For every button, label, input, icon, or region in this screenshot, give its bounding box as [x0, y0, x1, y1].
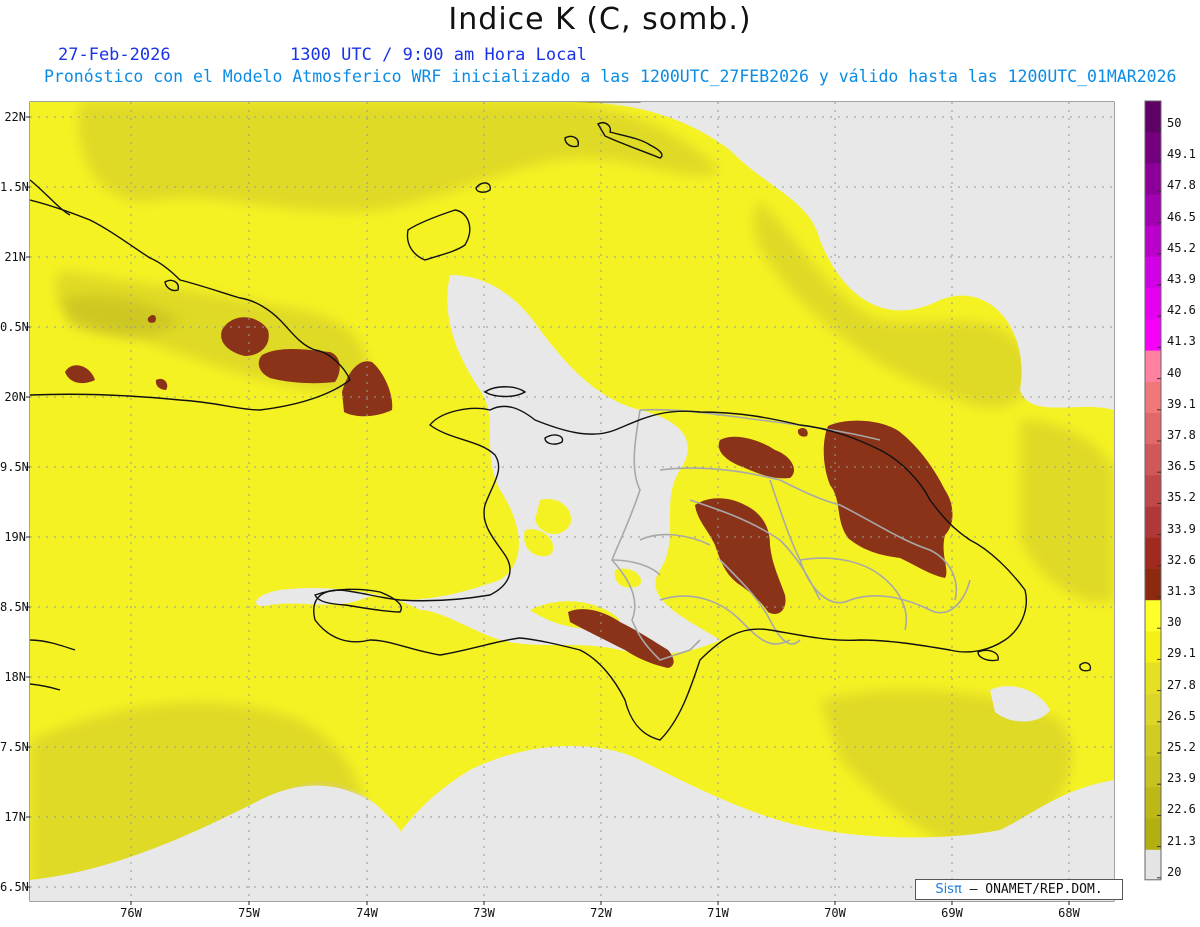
lon-label-74w: 74W — [356, 906, 378, 920]
colorbar-label: 35.2 — [1167, 490, 1196, 505]
lat-label-19n: 19N — [4, 530, 26, 544]
lat-label-18n: 18N — [4, 670, 26, 684]
lon-label-75w: 75W — [238, 906, 260, 920]
lat-label-21n: 21N — [4, 250, 26, 264]
colorbar-swatch — [1145, 818, 1161, 851]
colorbar-swatch — [1145, 381, 1161, 414]
lon-label-68w: 68W — [1058, 906, 1080, 920]
colorbar — [1144, 100, 1162, 881]
lon-label-73w: 73W — [473, 906, 495, 920]
lat-label-18-5n: 8.5N — [0, 600, 29, 614]
colorbar-swatch — [1145, 101, 1161, 133]
colorbar-swatch — [1145, 350, 1161, 383]
lat-label-17n: 17N — [4, 810, 26, 824]
colorbar-label: 47.8 — [1167, 178, 1196, 193]
k-index-field — [30, 102, 1114, 901]
colorbar-swatch — [1145, 257, 1161, 289]
colorbar-label: 23.9 — [1167, 771, 1196, 786]
colorbar-label: 29.1 — [1167, 646, 1196, 661]
lat-label-22n: 22N — [4, 110, 26, 124]
colorbar-swatch — [1145, 662, 1161, 695]
colorbar-label: 42.6 — [1167, 303, 1196, 318]
colorbar-label: 32.6 — [1167, 552, 1196, 567]
lat-label-19-5n: 9.5N — [0, 460, 29, 474]
colorbar-label: 26.5 — [1167, 708, 1196, 723]
colorbar-label: 31.3 — [1167, 584, 1196, 598]
colorbar-label: 22.6 — [1167, 802, 1196, 817]
k-index-map — [26, 100, 1162, 905]
lat-label-21-5n: 1.5N — [0, 180, 29, 194]
colorbar-no-data-swatch — [1145, 849, 1161, 880]
colorbar-label: 33.9 — [1167, 521, 1196, 536]
colorbar-label: 27.8 — [1167, 677, 1196, 692]
colorbar-swatch — [1145, 163, 1161, 196]
credit-badge: Sisπ – ONAMET/REP.DOM. — [915, 879, 1123, 900]
colorbar-swatch — [1145, 319, 1161, 352]
colorbar-swatch — [1145, 787, 1161, 820]
colorbar-swatch — [1145, 693, 1161, 726]
colorbar-swatch — [1145, 132, 1161, 164]
colorbar-label: 49.1 — [1167, 147, 1196, 162]
lon-label-72w: 72W — [590, 906, 612, 920]
colorbar-label: 41.3 — [1167, 334, 1196, 349]
lon-label-76w: 76W — [120, 906, 142, 920]
colorbar-swatch — [1145, 537, 1161, 570]
lat-label-20-5n: 0.5N — [0, 320, 29, 334]
colorbar-swatch — [1145, 475, 1161, 508]
colorbar-label: 25.2 — [1167, 740, 1196, 754]
sispi-logo: Sisπ — [935, 882, 962, 897]
colorbar-label: 36.5 — [1167, 459, 1196, 474]
lon-label-70w: 70W — [824, 906, 846, 920]
colorbar-label: 37.8 — [1167, 428, 1196, 442]
colorbar-swatch — [1145, 756, 1161, 788]
colorbar-swatch — [1145, 725, 1161, 757]
colorbar-swatch — [1145, 569, 1161, 601]
colorbar-label: 45.2 — [1167, 240, 1196, 255]
colorbar-label: 46.5 — [1167, 209, 1196, 224]
lon-label-69w: 69W — [941, 906, 963, 920]
colorbar-label: 50 — [1167, 116, 1182, 130]
colorbar-label: 20 — [1167, 864, 1182, 879]
lat-label-20n: 20N — [4, 390, 26, 404]
colorbar-swatch — [1145, 225, 1161, 258]
colorbar-label: 40 — [1167, 365, 1182, 380]
colorbar-swatch — [1145, 288, 1161, 320]
colorbar-label: 21.3 — [1167, 833, 1196, 848]
lat-label-16-5n: 6.5N — [0, 880, 29, 894]
lat-label-17-5n: 7.5N — [0, 740, 29, 754]
colorbar-swatch — [1145, 506, 1161, 539]
colorbar-swatch — [1145, 631, 1161, 664]
colorbar-swatch — [1145, 600, 1161, 632]
credit-text: – ONAMET/REP.DOM. — [961, 882, 1103, 897]
lon-label-71w: 71W — [707, 906, 729, 920]
colorbar-label: 30 — [1167, 615, 1182, 630]
colorbar-label: 43.9 — [1167, 272, 1196, 286]
colorbar-swatch — [1145, 413, 1161, 445]
colorbar-swatch — [1145, 444, 1161, 476]
colorbar-swatch — [1145, 194, 1161, 227]
colorbar-label: 39.1 — [1167, 396, 1196, 411]
